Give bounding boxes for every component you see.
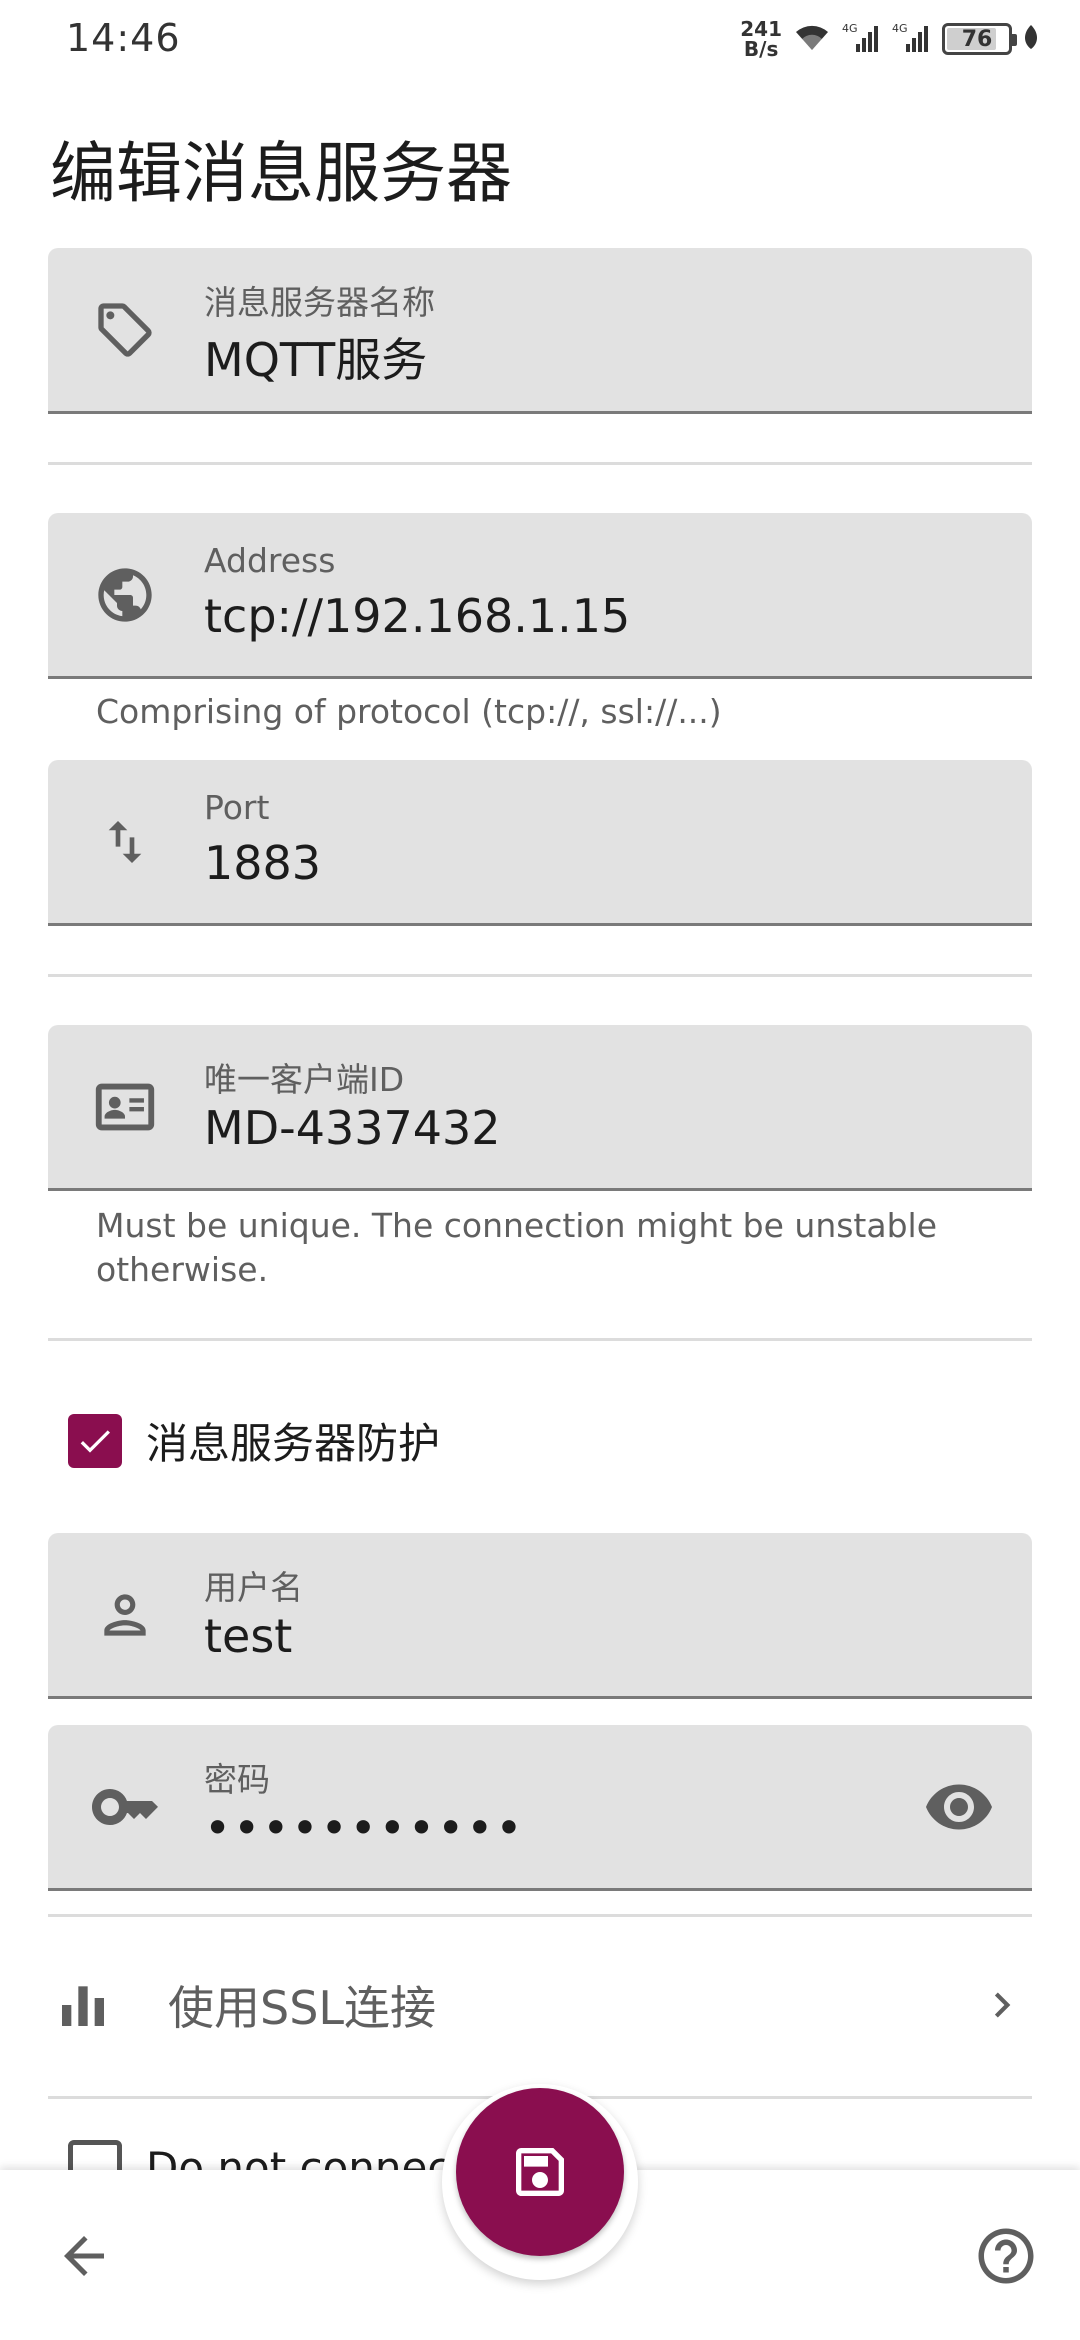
- username-label: 用户名: [204, 1568, 303, 1607]
- battery-indicator: 76: [942, 23, 1017, 55]
- id-card-icon: [88, 1070, 162, 1144]
- password-field[interactable]: 密码 •••••••••••: [48, 1725, 1032, 1891]
- tag-icon: [88, 293, 162, 367]
- client-id-field[interactable]: 唯一客户端ID MD-4337432: [48, 1025, 1032, 1191]
- person-icon: [88, 1578, 162, 1652]
- swap-vertical-icon: [88, 805, 162, 879]
- client-id-helper-text: Must be unique. The connection might be …: [96, 1206, 938, 1289]
- divider: [48, 1338, 1032, 1341]
- help-icon[interactable]: [966, 2216, 1046, 2296]
- svg-text:4G: 4G: [892, 22, 908, 35]
- network-speed: 241 B/s: [740, 19, 782, 59]
- server-protection-label: 消息服务器防护: [146, 1419, 441, 1468]
- client-id-value: MD-4337432: [204, 1101, 501, 1155]
- server-name-label: 消息服务器名称: [204, 283, 435, 322]
- signal-1-icon: 4G: [842, 20, 882, 58]
- leaf-icon: [1022, 23, 1040, 55]
- address-field[interactable]: Address tcp://192.168.1.15: [48, 513, 1032, 679]
- visibility-eye-icon[interactable]: [922, 1770, 996, 1844]
- status-time: 14:46: [66, 16, 181, 60]
- signal-2-icon: 4G: [892, 20, 932, 58]
- address-label: Address: [204, 541, 336, 580]
- network-speed-value: 241: [740, 17, 782, 41]
- check-icon: [80, 1429, 110, 1453]
- server-protection-checkbox[interactable]: [68, 1413, 122, 1468]
- username-value: test: [204, 1609, 293, 1663]
- back-arrow-icon[interactable]: [44, 2216, 124, 2296]
- address-helper-text: Comprising of protocol (tcp://, ssl://..…: [96, 692, 722, 731]
- server-protection-row[interactable]: 消息服务器防护: [68, 1410, 440, 1471]
- ssl-settings-label: 使用SSL连接: [168, 1981, 437, 2035]
- port-value: 1883: [204, 836, 322, 890]
- address-value: tcp://192.168.1.15: [204, 589, 631, 643]
- divider: [48, 1914, 1032, 1917]
- save-button[interactable]: [456, 2088, 624, 2256]
- port-field[interactable]: Port 1883: [48, 760, 1032, 926]
- username-field[interactable]: 用户名 test: [48, 1533, 1032, 1699]
- port-label: Port: [204, 788, 270, 827]
- page-title: 编辑消息服务器: [50, 135, 512, 212]
- divider: [48, 462, 1032, 465]
- ssl-settings-row[interactable]: 使用SSL连接: [48, 1940, 1032, 2070]
- bar-chart-icon: [48, 1970, 118, 2040]
- server-name-field[interactable]: 消息服务器名称 MQTT服务: [48, 248, 1032, 414]
- divider: [48, 974, 1032, 977]
- status-icons: 241 B/s 4G 4G 76: [740, 14, 1040, 64]
- wifi-icon: [792, 20, 832, 58]
- globe-icon: [88, 558, 162, 632]
- chevron-right-icon: [972, 1975, 1032, 2035]
- status-bar: 14:46 241 B/s 4G 4G 76: [0, 0, 1080, 80]
- password-value: •••••••••••: [204, 1801, 525, 1855]
- server-name-value: MQTT服务: [204, 333, 428, 387]
- network-speed-unit: B/s: [743, 37, 779, 61]
- svg-text:4G: 4G: [842, 22, 858, 35]
- password-label: 密码: [204, 1760, 270, 1799]
- save-icon: [516, 2148, 564, 2196]
- client-id-label: 唯一客户端ID: [204, 1060, 405, 1099]
- key-icon: [88, 1770, 162, 1844]
- battery-level: 76: [961, 26, 993, 52]
